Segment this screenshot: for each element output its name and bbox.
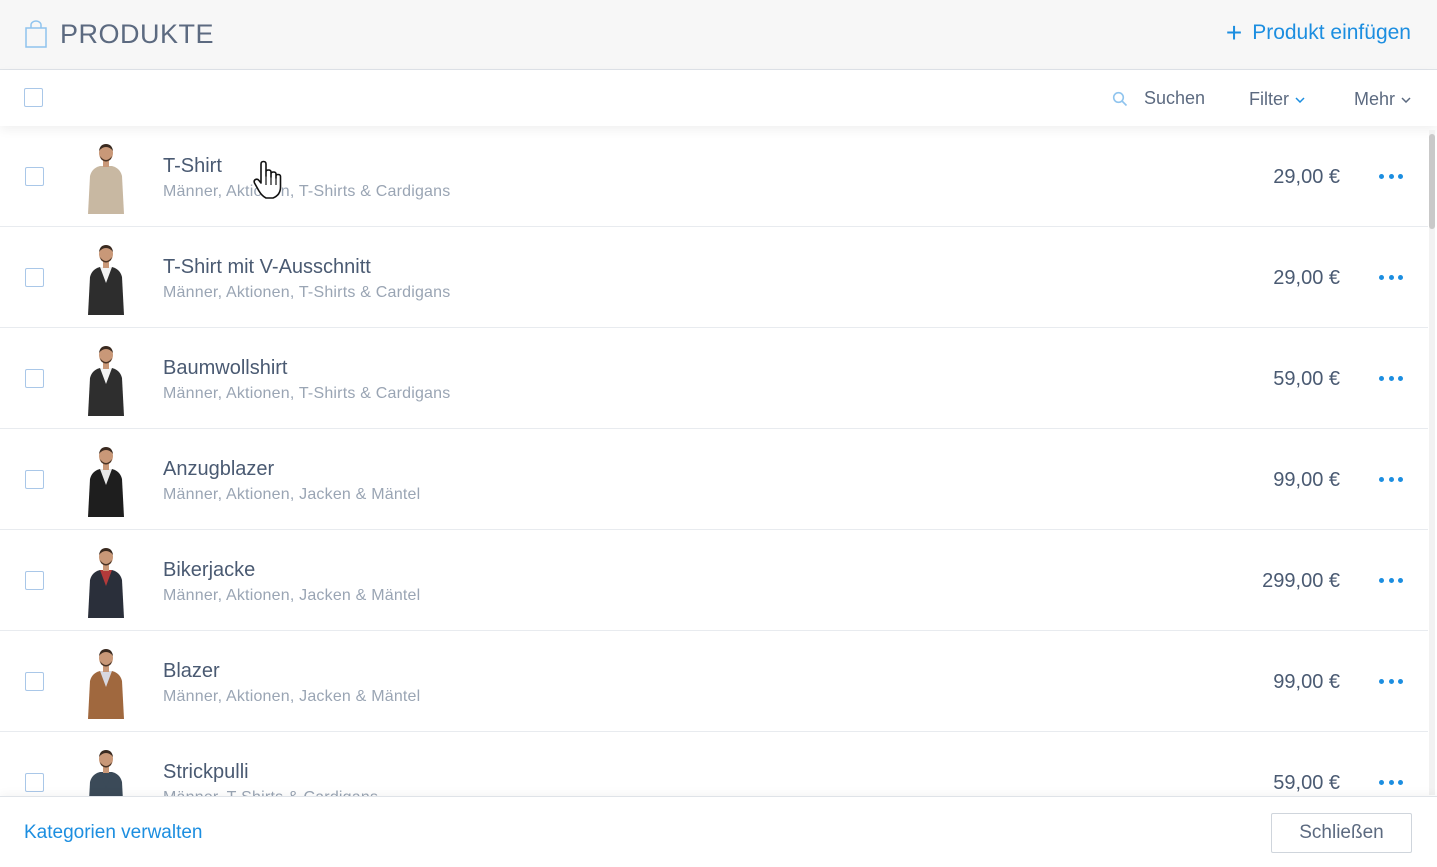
more-actions-icon[interactable] [1379,376,1403,382]
more-dropdown[interactable]: Mehr [1354,89,1411,110]
product-name[interactable]: Blazer [163,660,220,683]
more-actions-icon[interactable] [1379,780,1403,786]
product-row[interactable]: Bikerjacke Männer, Aktionen, Jacken & Män… [0,530,1428,631]
more-actions-icon[interactable] [1379,275,1403,281]
product-name[interactable]: Baumwollshirt [163,357,287,380]
scrollbar[interactable] [1429,130,1435,795]
product-list: T-Shirt Männer, Aktionen, T-Shirts & Card… [0,126,1437,796]
more-actions-icon[interactable] [1379,578,1403,584]
product-price: 59,00 € [1273,368,1340,390]
more-actions-icon[interactable] [1379,174,1403,180]
product-price: 99,00 € [1273,671,1340,693]
add-product-label: Produkt einfügen [1252,21,1411,44]
product-categories: Männer, Aktionen, T-Shirts & Cardigans [163,284,451,301]
product-image [88,548,124,618]
header-bar: PRODUKTE + Produkt einfügen [0,0,1437,70]
row-checkbox[interactable] [25,672,44,691]
product-price: 29,00 € [1273,166,1340,188]
row-checkbox[interactable] [25,773,44,792]
product-image [88,649,124,719]
product-price: 99,00 € [1273,469,1340,491]
product-categories: Männer, Aktionen, Jacken & Mäntel [163,587,421,604]
product-categories: Männer, Aktionen, Jacken & Mäntel [163,486,421,503]
row-checkbox[interactable] [25,470,44,489]
product-image [88,245,124,315]
chevron-down-icon [1295,96,1305,103]
row-checkbox[interactable] [25,369,44,388]
product-row[interactable]: T-Shirt mit V-Ausschnitt Männer, Aktionen… [0,227,1428,328]
product-image [88,346,124,416]
row-checkbox[interactable] [25,167,44,186]
product-price: 29,00 € [1273,267,1340,289]
product-name[interactable]: Bikerjacke [163,559,255,582]
product-image [88,144,124,214]
product-categories: Männer, Aktionen, T-Shirts & Cardigans [163,385,451,402]
row-checkbox[interactable] [25,571,44,590]
manage-categories-link[interactable]: Kategorien verwalten [24,822,203,844]
search-button[interactable]: Suchen [1112,88,1205,109]
list-toolbar: Suchen Filter Mehr [0,70,1437,126]
product-name[interactable]: T-Shirt [163,155,222,178]
product-name[interactable]: Strickpulli [163,761,249,784]
chevron-down-icon [1401,96,1411,103]
search-icon [1112,91,1128,106]
select-all-checkbox[interactable] [24,88,43,107]
filter-label: Filter [1249,89,1289,109]
add-product-button[interactable]: + Produkt einfügen [1225,17,1411,48]
page-title: PRODUKTE [60,19,215,49]
product-categories: Männer, T-Shirts & Cardigans [163,789,378,796]
product-row[interactable]: Strickpulli Männer, T-Shirts & Cardigans 5… [0,732,1428,796]
product-name[interactable]: Anzugblazer [163,458,274,481]
more-label: Mehr [1354,89,1396,109]
more-actions-icon[interactable] [1379,477,1403,483]
product-image [88,447,124,517]
product-categories: Männer, Aktionen, Jacken & Mäntel [163,688,421,705]
product-row[interactable]: Blazer Männer, Aktionen, Jacken & Mäntel 9… [0,631,1428,732]
plus-icon: + [1225,17,1243,48]
product-price: 59,00 € [1273,772,1340,794]
product-price: 299,00 € [1262,570,1340,592]
product-row[interactable]: Anzugblazer Männer, Aktionen, Jacken & Mä… [0,429,1428,530]
product-image [89,750,123,796]
product-row[interactable]: Baumwollshirt Männer, Aktionen, T-Shirts … [0,328,1428,429]
scrollbar-thumb[interactable] [1429,134,1435,229]
product-categories: Männer, Aktionen, T-Shirts & Cardigans [163,183,451,200]
filter-dropdown[interactable]: Filter [1249,89,1305,110]
more-actions-icon[interactable] [1379,679,1403,685]
product-name[interactable]: T-Shirt mit V-Ausschnitt [163,256,371,279]
close-button[interactable]: Schließen [1271,813,1412,853]
search-label: Suchen [1144,88,1206,108]
footer-bar: Kategorien verwalten Schließen [0,796,1437,867]
shopping-bag-icon [25,20,47,48]
row-checkbox[interactable] [25,268,44,287]
product-row[interactable]: T-Shirt Männer, Aktionen, T-Shirts & Card… [0,126,1428,227]
